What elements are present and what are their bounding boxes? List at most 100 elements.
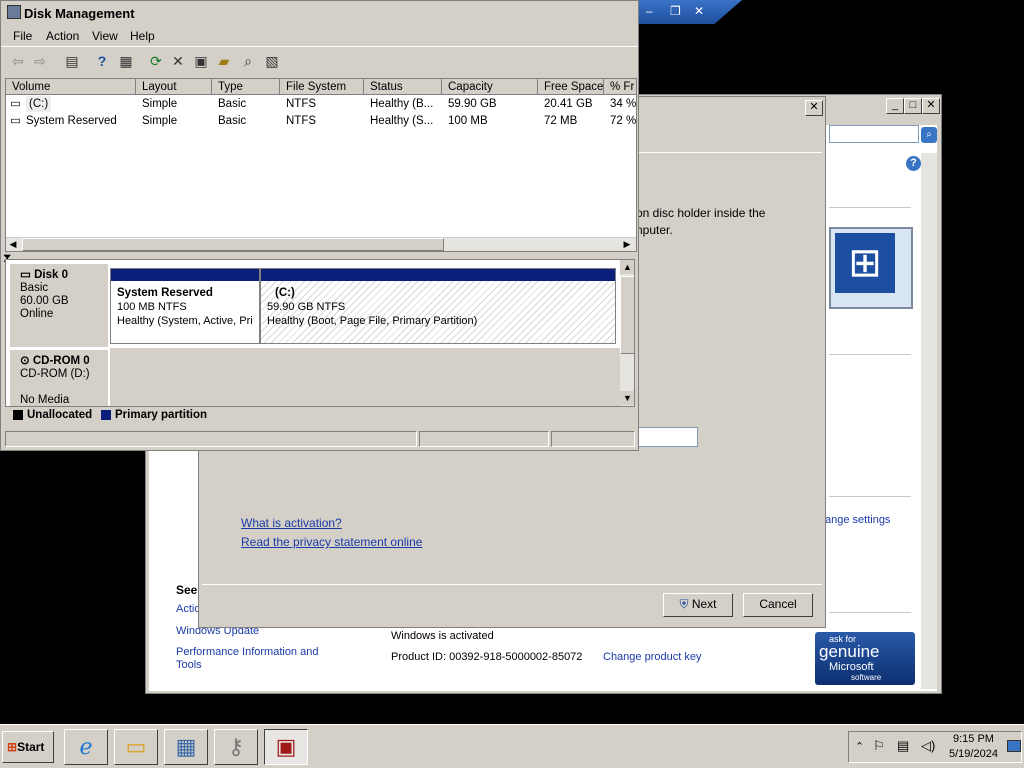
unallocated-swatch [13,410,23,420]
refresh-icon[interactable]: ⟳ [147,52,165,70]
partition-system-reserved[interactable]: System Reserved 100 MB NTFS Healthy (Sys… [110,268,260,344]
menu-file[interactable]: File [13,29,32,43]
next-button[interactable]: ⛨ Next [663,593,733,617]
column-header-filesystem[interactable]: File System [280,79,364,95]
menu-help[interactable]: Help [130,29,155,43]
settings-icon[interactable]: ▧ [263,52,281,70]
console-tree-icon[interactable]: ▤ [63,52,81,70]
back-icon[interactable]: ⇦ [9,52,27,70]
taskbar: ⊞Start ℯ ▭ ▦ ⚷ ▣ ⌃ ⚐ ▤ ◁) 9:15 PM 5/19/2… [0,724,1024,768]
properties-icon[interactable]: ▣ [192,52,210,70]
cdrom-label[interactable]: ⊙ CD-ROM 0 CD-ROM (D:) No Media [10,350,108,406]
column-header-type[interactable]: Type [212,79,280,95]
help-icon[interactable]: ? [93,52,111,70]
clock-date[interactable]: 5/19/2024 [949,748,998,760]
menu-action[interactable]: Action [46,29,79,43]
cdrom-empty-area [110,348,620,406]
action-center-flag-icon[interactable]: ⚐ [873,738,885,754]
partition-bar [111,269,259,281]
forward-icon[interactable]: ⇨ [31,52,49,70]
horizontal-scrollbar[interactable]: ◀ ▶ [6,237,636,251]
cell-percent-free: 34 % [610,98,637,110]
dialog-close-button[interactable]: ✕ [805,100,823,116]
window-title: Disk Management [24,6,135,21]
disk-management-taskbar-icon[interactable]: ▣ [264,729,308,765]
column-header-capacity[interactable]: Capacity [442,79,538,95]
partition-size: 100 MB NTFS [117,301,187,313]
disk0-state: Online [20,308,54,320]
change-product-key-link[interactable]: Change product key [603,651,701,663]
show-hidden-icons[interactable]: ⌃ [855,740,864,753]
disk0-type: Basic [20,282,49,294]
network-icon[interactable]: ▤ [897,738,909,754]
scrollbar-thumb[interactable] [22,238,444,251]
partition-c-drive[interactable]: (C:) 59.90 GB NTFS Healthy (Boot, Page F… [260,268,616,344]
scroll-left-icon[interactable]: ◀ [6,238,20,251]
product-key-input[interactable] [636,427,698,447]
cell-free-space: 20.41 GB [544,98,593,110]
disk0-name: ▭ Disk 0 [20,269,68,281]
vm-minimize-icon[interactable]: – [646,4,653,18]
search-icon[interactable]: ⌕ [921,127,937,143]
internet-explorer-icon[interactable]: ℯ [64,729,108,765]
volume-icon[interactable]: ◁) [921,738,935,754]
cell-type: Basic [218,115,247,127]
cell-type: Basic [218,98,247,110]
file-explorer-icon[interactable]: ▭ [114,729,158,765]
cancel-button[interactable]: Cancel [743,593,813,617]
maximize-button[interactable]: □ [904,98,922,114]
column-header-volume[interactable]: Volume [6,79,136,95]
scrollbar-thumb[interactable] [620,276,634,354]
cell-filesystem: NTFS [286,115,317,127]
delete-icon[interactable]: ✕ [169,52,187,70]
server-manager-icon[interactable]: ▦ [164,729,208,765]
cdrom-media: No Media [20,394,70,406]
scroll-right-icon[interactable]: ▶ [620,238,634,251]
show-desktop-icon[interactable] [1007,740,1021,752]
column-header-status[interactable]: Status [364,79,442,95]
open-folder-icon[interactable]: ▰ [215,52,233,70]
what-is-activation-link[interactable]: What is activation? [241,516,342,530]
menu-view[interactable]: View [92,29,118,43]
admin-tools-icon[interactable]: ⚷ [214,729,258,765]
activation-status: Windows is activated [391,630,494,642]
vm-close-icon[interactable]: ✕ [694,4,704,18]
genuine-microsoft-badge[interactable]: ask for genuine Microsoft software [815,632,915,685]
privacy-statement-link[interactable]: Read the privacy statement online [241,535,422,549]
divider [202,584,822,585]
search-input[interactable] [829,125,919,143]
properties-list-icon[interactable]: ▦ [117,52,135,70]
cdrom-drive: CD-ROM (D:) [20,368,90,380]
help-icon[interactable]: ? [906,156,921,171]
cell-layout: Simple [142,115,178,127]
partition-name: (C:) [275,287,295,299]
cell-capacity: 59.90 GB [448,98,497,110]
disk0-label[interactable]: ▭ Disk 0 Basic 60.00 GB Online [10,264,108,347]
search-disk-icon[interactable]: ⌕ [239,52,257,70]
performance-info-link[interactable]: Performance Information and Tools [176,646,326,672]
column-header-layout[interactable]: Layout [136,79,212,95]
change-settings-link[interactable]: ange settings [825,514,890,526]
close-button[interactable]: ✕ [922,98,940,114]
primary-swatch [101,410,111,420]
column-header-percent-free[interactable]: % Fr [604,79,636,95]
partition-name: System Reserved [117,287,213,299]
vertical-scrollbar[interactable] [921,153,937,689]
minimize-button[interactable]: _ [886,98,904,114]
scroll-up-icon[interactable]: ▲ [620,260,634,274]
column-header-free-space[interactable]: Free Space [538,79,604,95]
status-pane [419,431,549,447]
cd-drive-icon: ⊙ [20,355,30,367]
scroll-down-icon[interactable]: ▼ [620,391,634,405]
cell-status: Healthy (S... [370,115,434,127]
vm-restore-icon[interactable]: ❐ [670,4,681,18]
clock-time[interactable]: 9:15 PM [953,733,994,745]
action-center-link[interactable]: Actio [176,603,200,615]
status-pane [5,431,417,447]
windows-logo-monitor: ⊞ [829,227,913,309]
start-button[interactable]: ⊞Start [2,731,54,763]
vertical-scrollbar[interactable]: ▲ ▼ [620,260,634,406]
shield-icon: ⛨ [679,597,689,611]
divider [829,207,911,208]
cell-status: Healthy (B... [370,98,434,110]
